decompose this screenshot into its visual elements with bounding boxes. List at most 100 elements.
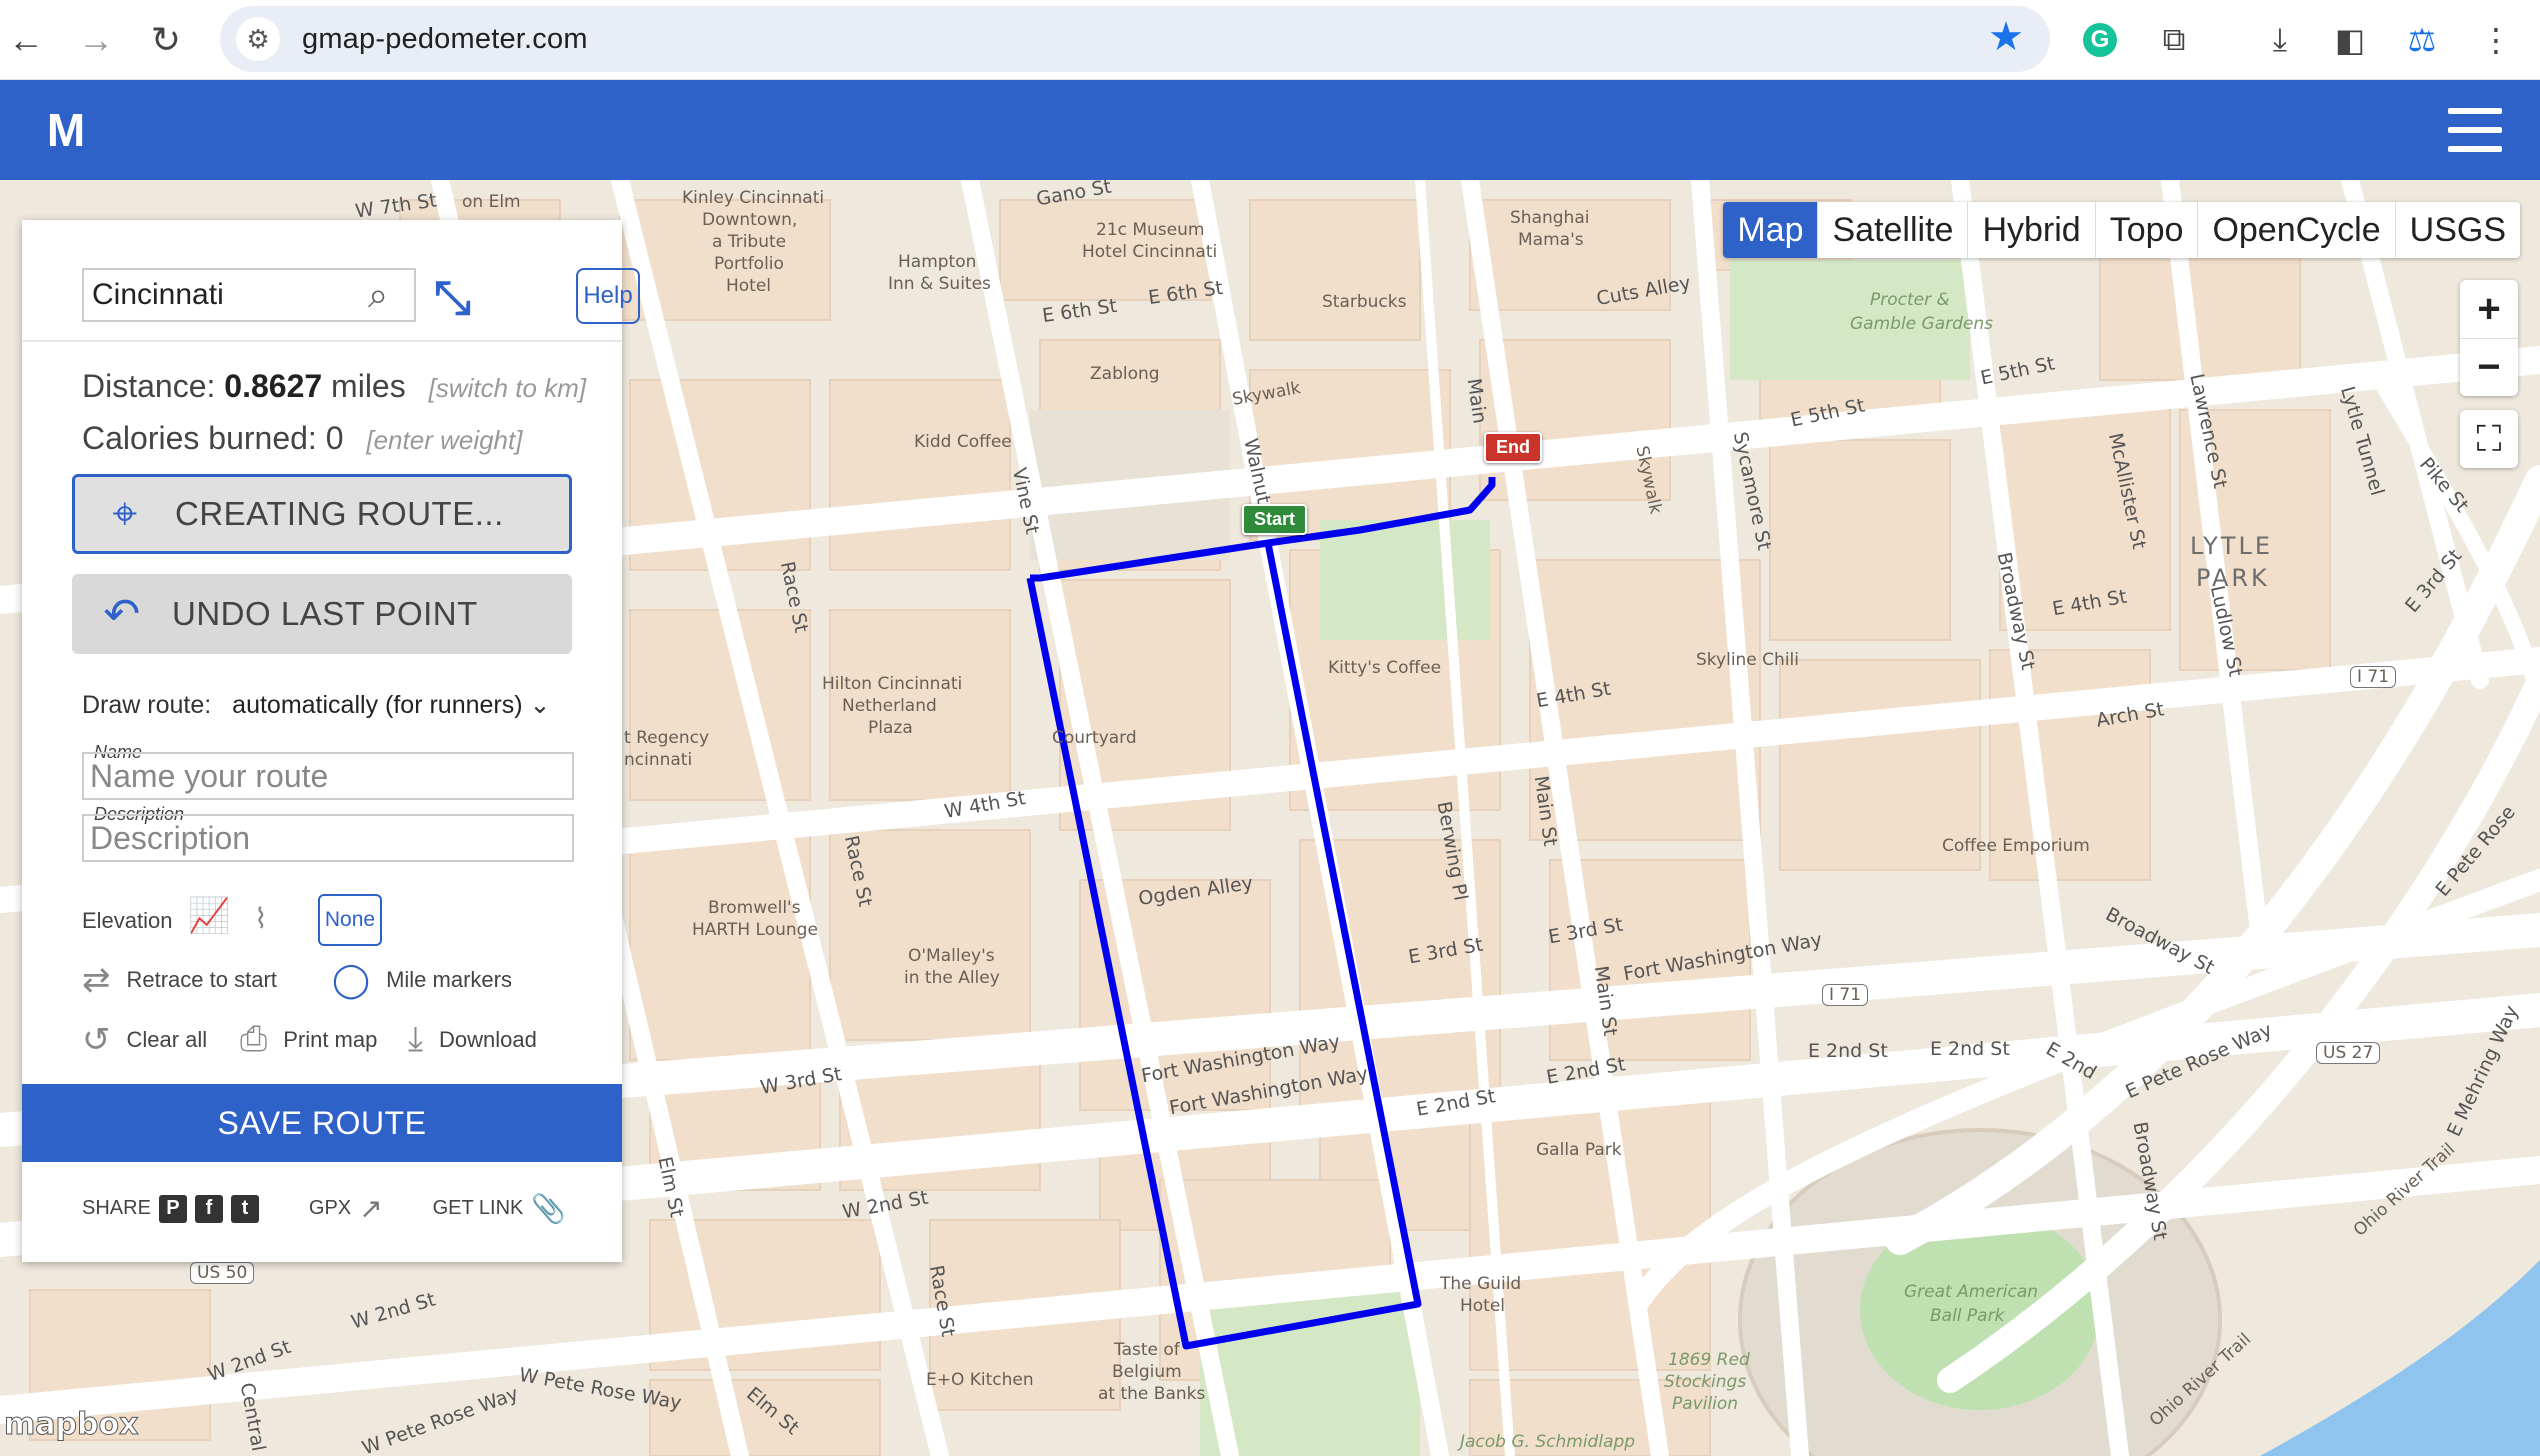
- retrace-to-start-option[interactable]: ⇄ Retrace to start: [82, 960, 277, 1000]
- map-label: The Guild: [1440, 1274, 1522, 1294]
- clear-all-label: Clear all: [126, 1027, 208, 1052]
- calories-label: Calories burned:: [82, 420, 317, 456]
- url-text[interactable]: gmap-pedometer.com: [302, 23, 588, 56]
- map-label: Hilton Cincinnati: [822, 674, 963, 694]
- share-label: SHARE: [82, 1197, 151, 1219]
- pinterest-icon[interactable]: P: [158, 1194, 187, 1223]
- map-label: Downtown,: [702, 210, 798, 230]
- map-shield: I 71: [1822, 984, 1869, 1006]
- back-icon[interactable]: ←: [0, 14, 52, 66]
- map-label: Inn & Suites: [888, 274, 991, 294]
- map-label: Hotel Cincinnati: [1082, 242, 1218, 262]
- map-label: Bromwell's: [708, 898, 801, 918]
- map-label: Hotel: [726, 276, 772, 296]
- route-start-marker[interactable]: Start: [1242, 504, 1308, 535]
- map-label: Zablong: [1090, 364, 1160, 384]
- download-icon[interactable]: ⤓: [2252, 12, 2308, 68]
- undo-last-point-button[interactable]: ↶ UNDO LAST POINT: [72, 574, 572, 654]
- elevation-label: Elevation: [82, 908, 173, 933]
- elevation-none-button[interactable]: None: [318, 894, 382, 946]
- paperclip-icon[interactable]: 📎: [531, 1192, 566, 1225]
- map-label: 1869 Red: [1668, 1350, 1750, 1370]
- calories-value: 0: [325, 420, 344, 456]
- map-label: Coffee Emporium: [1942, 836, 2090, 856]
- distance-stat: Distance: 0.8627 miles [switch to km]: [82, 368, 586, 405]
- map-label: Plaza: [868, 718, 913, 738]
- route-end-marker[interactable]: End: [1484, 432, 1542, 463]
- print-map-button[interactable]: ⎙ Print map: [240, 1020, 377, 1059]
- help-button[interactable]: Help: [576, 268, 640, 324]
- extensions-icon[interactable]: ⧉: [2146, 12, 2202, 68]
- draw-route-select[interactable]: Draw route: automatically (for runners) …: [82, 690, 550, 720]
- map-label: on Elm: [462, 192, 521, 212]
- sidebar-icon[interactable]: ◧: [2322, 12, 2378, 68]
- route-panel: Cincinnati ⌕ ⤡ Help Distance: 0.8627 mil…: [22, 220, 640, 1262]
- map-label: Procter &: [1870, 290, 1950, 310]
- map-label: Hampton: [898, 252, 977, 272]
- save-route-button[interactable]: SAVE ROUTE: [22, 1084, 622, 1162]
- creating-route-button[interactable]: ⌖ CREATING ROUTE...: [72, 474, 572, 554]
- grammarly-icon[interactable]: G: [2072, 12, 2128, 68]
- mile-markers-option[interactable]: ◯ Mile markers: [332, 960, 512, 1000]
- distance-label: Distance:: [82, 368, 216, 404]
- map-label: in the Alley: [904, 968, 1000, 988]
- location-search-input[interactable]: Cincinnati: [82, 268, 416, 322]
- app-logo[interactable]: M: [40, 104, 92, 156]
- map-label: Hotel: [1460, 1296, 1506, 1316]
- switch-units-link[interactable]: [switch to km]: [429, 373, 586, 403]
- forward-icon[interactable]: →: [70, 14, 122, 66]
- map-type-usgs[interactable]: USGS: [2396, 202, 2520, 258]
- mapbox-attribution[interactable]: mapbox: [3, 1407, 138, 1443]
- gpx-label[interactable]: GPX: [309, 1197, 351, 1220]
- menu-icon[interactable]: ⋮: [2468, 12, 2524, 68]
- undo-label: UNDO LAST POINT: [172, 595, 478, 632]
- hamburger-menu-icon[interactable]: [2448, 108, 2502, 152]
- search-icon[interactable]: ⌕: [368, 274, 388, 317]
- zoom-in-button[interactable]: +: [2460, 280, 2518, 338]
- address-bar[interactable]: ⚙ gmap-pedometer.com ★: [220, 6, 2050, 72]
- enter-weight-link[interactable]: [enter weight]: [366, 425, 522, 455]
- calories-stat: Calories burned: 0 [enter weight]: [82, 420, 522, 457]
- map-label: O'Malley's: [908, 946, 995, 966]
- zoom-out-button[interactable]: −: [2460, 338, 2518, 396]
- divider: [22, 340, 622, 342]
- get-link-label[interactable]: GET LINK: [433, 1197, 524, 1220]
- download-button[interactable]: ⤓ Download: [408, 1020, 537, 1059]
- download-icon: ⤓: [408, 1020, 424, 1058]
- elevation-chart-icon[interactable]: 📈: [188, 896, 246, 936]
- map-label: Belgium: [1112, 1362, 1182, 1382]
- map-label: ncinnati: [624, 750, 693, 770]
- print-map-label: Print map: [283, 1026, 378, 1052]
- map-label: Stockings: [1664, 1372, 1747, 1392]
- distance-unit: miles: [331, 368, 406, 404]
- fullscreen-icon[interactable]: ⛶: [2460, 410, 2518, 468]
- profile-icon[interactable]: ⚖: [2394, 12, 2450, 68]
- map-type-hybrid[interactable]: Hybrid: [1968, 202, 2096, 258]
- collapse-panel-icon[interactable]: ⤡: [434, 270, 471, 326]
- facebook-icon[interactable]: f: [194, 1194, 223, 1223]
- printer-icon: ⎙: [240, 1020, 268, 1058]
- reload-icon[interactable]: ↻: [140, 14, 192, 66]
- clear-circle-arrow-icon: ↺: [82, 1021, 111, 1059]
- clear-all-button[interactable]: ↺ Clear all: [82, 1020, 207, 1060]
- route-description-input[interactable]: Description: [82, 814, 574, 862]
- route-name-input[interactable]: Name your route: [82, 752, 574, 800]
- bookmark-star-icon[interactable]: ★: [1988, 14, 2024, 60]
- browser-toolbar: ← → ↻ ⚙ gmap-pedometer.com ★ G ⧉ ⤓ ◧ ⚖ ⋮: [0, 0, 2540, 80]
- map-label: a Tribute: [712, 232, 787, 252]
- undo-arrow-icon: ↶: [103, 589, 141, 639]
- map-type-topo[interactable]: Topo: [2096, 202, 2199, 258]
- map-shield: US 27: [2316, 1042, 2381, 1064]
- map-label: Courtyard: [1052, 728, 1137, 748]
- map-type-satellite[interactable]: Satellite: [1818, 202, 1969, 258]
- external-link-icon[interactable]: ↗: [359, 1192, 382, 1225]
- download-label: Download: [439, 1026, 537, 1052]
- site-settings-icon[interactable]: ⚙: [236, 17, 280, 61]
- elevation-chart-small-icon[interactable]: ⌇: [254, 902, 284, 935]
- map-label: Skyline Chili: [1696, 650, 1799, 670]
- twitter-icon[interactable]: t: [230, 1194, 259, 1223]
- creating-route-label: CREATING ROUTE...: [175, 495, 504, 532]
- map-type-opencycle[interactable]: OpenCycle: [2198, 202, 2396, 258]
- map-label: 21c Museum: [1096, 220, 1205, 240]
- map-type-map[interactable]: Map: [1723, 202, 1819, 258]
